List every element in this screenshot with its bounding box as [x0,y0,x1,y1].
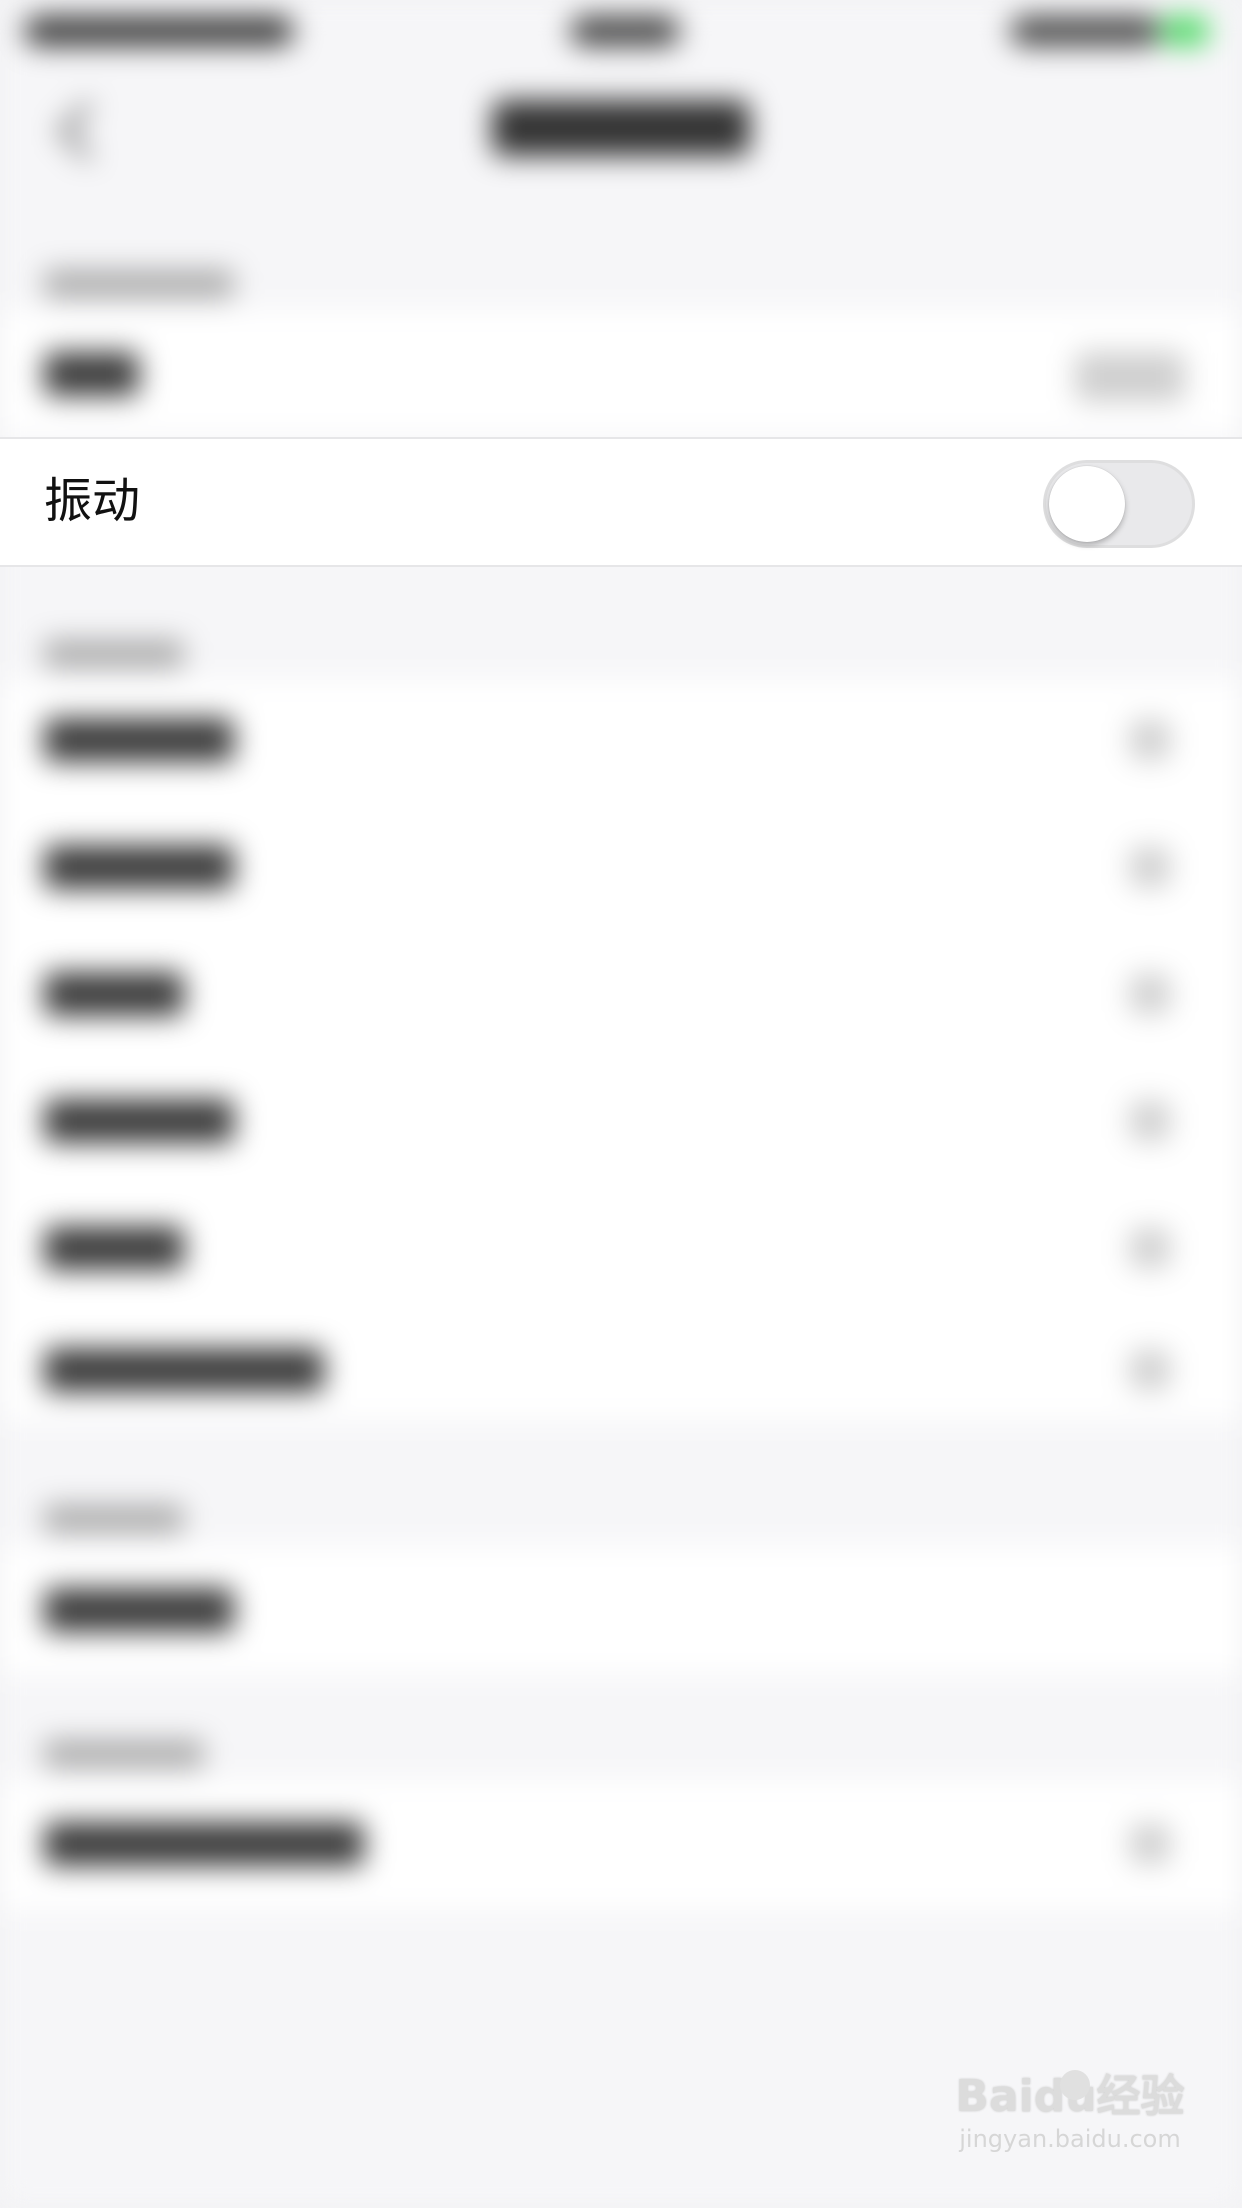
settings-group [0,310,1242,435]
row-label [44,352,139,396]
list-item[interactable] [44,845,234,889]
vibration-toggle[interactable] [1043,460,1195,548]
list-item[interactable] [44,1588,234,1632]
row-value [1075,352,1185,402]
list-item[interactable] [44,1822,364,1866]
section-header [44,1740,204,1768]
chevron-right-icon [1130,720,1170,760]
back-arrow-icon[interactable] [57,101,117,161]
navigation-bar [0,60,1242,190]
status-bar-time [570,16,680,46]
status-bar-indicators [1010,16,1160,46]
chevron-right-icon [1130,974,1170,1014]
vibration-setting-row: 振动 [0,437,1242,567]
chevron-right-icon [1130,1101,1170,1141]
list-item[interactable] [44,1226,184,1270]
list-item[interactable] [44,1348,324,1392]
chevron-right-icon [1130,847,1170,887]
section-header [44,640,184,668]
settings-group [0,680,1242,1420]
watermark-url: jingyan.baidu.com [959,2125,1181,2153]
list-item[interactable] [44,718,234,762]
toggle-knob [1049,466,1125,542]
page-title [492,100,750,156]
chevron-right-icon [1130,1824,1170,1864]
chevron-right-icon [1130,1350,1170,1390]
section-header [44,270,234,298]
baidu-jingyan-watermark: Baidu经验 jingyan.baidu.com [950,2070,1190,2180]
paw-icon [1060,2070,1090,2100]
status-bar [0,0,1242,60]
section-header [44,1505,184,1533]
status-bar-carrier [24,16,294,46]
vibration-label: 振动 [44,473,141,529]
chevron-right-icon [1130,1228,1170,1268]
blurred-settings-background [0,0,1242,2208]
battery-icon [1160,16,1210,46]
list-item[interactable] [44,1099,234,1143]
list-item[interactable] [44,972,184,1016]
